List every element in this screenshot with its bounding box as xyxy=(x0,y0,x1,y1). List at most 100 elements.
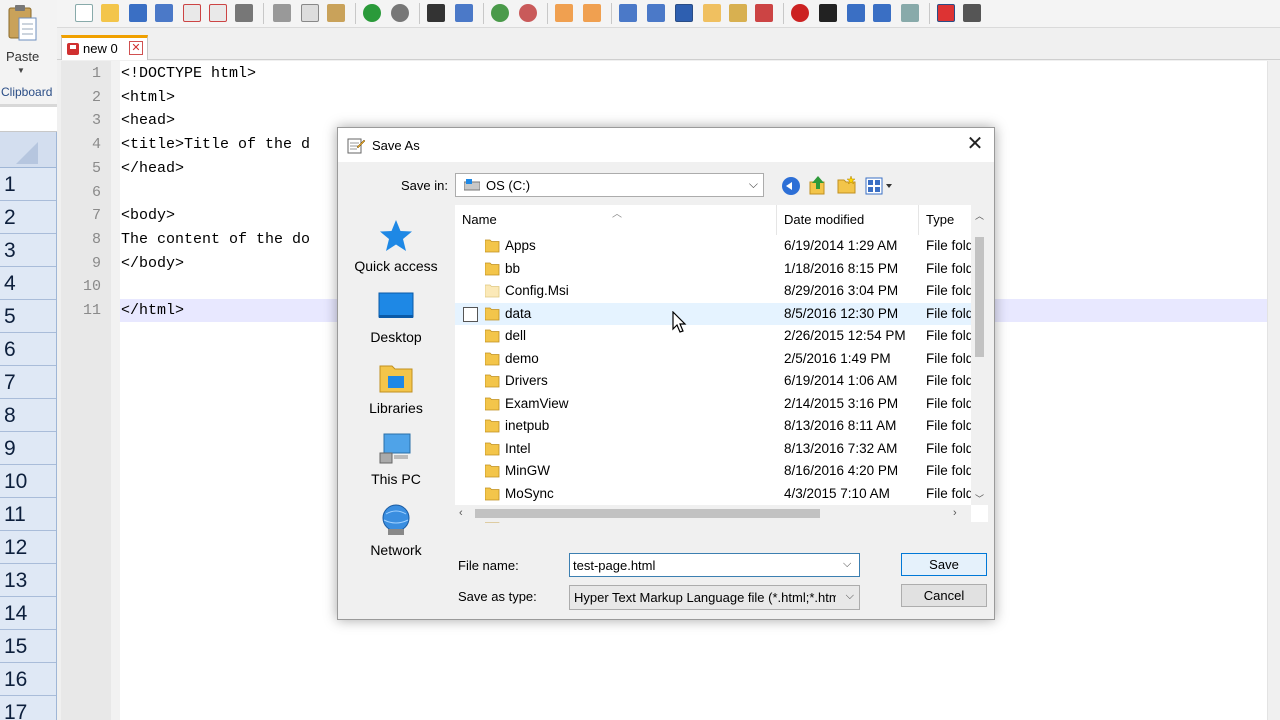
print-icon[interactable] xyxy=(235,4,253,22)
file-list[interactable]: ︿ Name Date modified Type Apps 6/19/2014 … xyxy=(455,205,988,523)
find-icon[interactable] xyxy=(427,4,445,22)
scroll-right-icon[interactable]: › xyxy=(953,507,957,519)
row-header[interactable]: 1 xyxy=(0,168,56,201)
row-checkbox[interactable] xyxy=(463,306,478,322)
cut-icon[interactable] xyxy=(273,4,291,22)
file-row[interactable]: MoSync 4/3/2015 7:10 AM File folder xyxy=(455,483,971,506)
play-macro-icon[interactable] xyxy=(847,4,865,22)
sync-horizontal-icon[interactable] xyxy=(583,4,601,22)
save-in-dropdown[interactable]: OS (C:) ⌵ xyxy=(455,173,764,197)
file-row[interactable]: data 8/5/2016 12:30 PM File folder xyxy=(455,302,971,325)
file-row[interactable]: Config.Msi 8/29/2016 3:04 PM File folder xyxy=(455,280,971,303)
back-icon[interactable] xyxy=(782,177,800,195)
scroll-left-icon[interactable]: ‹ xyxy=(459,507,463,519)
file-row[interactable]: inetpub 8/13/2016 8:11 AM File folder xyxy=(455,415,971,438)
name-box[interactable] xyxy=(0,107,57,132)
file-row[interactable]: MinGW 8/16/2016 4:20 PM File folder xyxy=(455,460,971,483)
file-row[interactable]: ExamView 2/14/2015 3:16 PM File folder xyxy=(455,393,971,416)
sync-vertical-icon[interactable] xyxy=(555,4,573,22)
select-all-corner[interactable] xyxy=(0,132,56,168)
file-row[interactable]: Apps 6/19/2014 1:29 AM File folder xyxy=(455,235,971,258)
stop-macro-icon[interactable] xyxy=(819,4,837,22)
close-file-icon[interactable] xyxy=(183,4,201,22)
code-line[interactable]: <head> xyxy=(121,109,175,132)
chevron-down-icon[interactable]: ⌵ xyxy=(846,590,854,603)
dialog-titlebar[interactable]: Save As ✕ xyxy=(338,128,994,162)
code-line[interactable]: </body> xyxy=(121,252,184,275)
zoom-in-icon[interactable] xyxy=(491,4,509,22)
spell-check-icon[interactable] xyxy=(937,4,955,22)
code-line[interactable]: <!DOCTYPE html> xyxy=(121,62,256,85)
show-all-chars-icon[interactable] xyxy=(647,4,665,22)
word-wrap-icon[interactable] xyxy=(619,4,637,22)
cancel-button[interactable]: Cancel xyxy=(901,584,987,607)
code-line[interactable]: <body> xyxy=(121,204,175,227)
editor-vertical-scrollbar[interactable] xyxy=(1267,61,1280,720)
view-menu-icon[interactable] xyxy=(865,177,895,195)
row-header[interactable]: 7 xyxy=(0,366,56,399)
place-quick-access[interactable]: Quick access xyxy=(350,218,442,284)
function-list-icon[interactable] xyxy=(755,4,773,22)
row-header[interactable]: 17 xyxy=(0,696,56,720)
file-row[interactable]: Drivers 6/19/2014 1:06 AM File folder xyxy=(455,370,971,393)
scroll-down-icon[interactable]: ﹀ xyxy=(975,492,984,505)
file-list-horizontal-scrollbar[interactable]: ‹ › xyxy=(455,505,971,522)
open-file-icon[interactable] xyxy=(101,4,119,22)
undo-icon[interactable] xyxy=(363,4,381,22)
row-header[interactable]: 2 xyxy=(0,201,56,234)
file-name-input[interactable] xyxy=(569,553,860,577)
save-macro-icon[interactable] xyxy=(901,4,919,22)
code-line[interactable]: The content of the do xyxy=(121,228,310,251)
user-language-icon[interactable] xyxy=(703,4,721,22)
row-header[interactable]: 14 xyxy=(0,597,56,630)
code-line[interactable]: </head> xyxy=(121,157,184,180)
file-list-vertical-scrollbar[interactable]: ︿ ﹀ xyxy=(971,205,988,505)
replace-icon[interactable] xyxy=(455,4,473,22)
row-header[interactable]: 13 xyxy=(0,564,56,597)
save-icon[interactable] xyxy=(129,4,147,22)
save-all-icon[interactable] xyxy=(155,4,173,22)
plugin-icon[interactable] xyxy=(963,4,981,22)
place-this-pc[interactable]: This PC xyxy=(350,431,442,497)
row-header[interactable]: 12 xyxy=(0,531,56,564)
doc-map-icon[interactable] xyxy=(729,4,747,22)
up-one-level-icon[interactable] xyxy=(809,175,827,195)
column-header-type[interactable]: Type xyxy=(926,205,954,235)
row-header[interactable]: 16 xyxy=(0,663,56,696)
close-all-icon[interactable] xyxy=(209,4,227,22)
row-header[interactable]: 4 xyxy=(0,267,56,300)
dialog-close-icon[interactable]: ✕ xyxy=(960,133,990,157)
scroll-up-icon[interactable]: ︿ xyxy=(975,209,984,222)
row-header[interactable]: 6 xyxy=(0,333,56,366)
zoom-out-icon[interactable] xyxy=(519,4,537,22)
paste-icon[interactable] xyxy=(7,4,37,44)
place-desktop[interactable]: Desktop xyxy=(350,289,442,355)
chevron-down-icon[interactable]: ⌵ xyxy=(843,558,851,571)
close-tab-icon[interactable]: ✕ xyxy=(129,41,143,55)
code-line[interactable]: <title>Title of the d xyxy=(121,133,310,156)
new-folder-icon[interactable] xyxy=(837,176,857,194)
run-macro-multiple-icon[interactable] xyxy=(873,4,891,22)
row-header[interactable]: 15 xyxy=(0,630,56,663)
file-row[interactable]: dell 2/26/2015 12:54 PM File folder xyxy=(455,325,971,348)
file-row[interactable]: demo 2/5/2016 1:49 PM File folder xyxy=(455,348,971,371)
record-macro-icon[interactable] xyxy=(791,4,809,22)
indent-guide-icon[interactable] xyxy=(675,4,693,22)
new-file-icon[interactable] xyxy=(75,4,93,22)
paste-button-label[interactable]: Paste xyxy=(6,49,39,64)
save-as-type-dropdown[interactable]: Hyper Text Markup Language file (*.html;… xyxy=(569,585,860,610)
chevron-down-icon[interactable]: ⌵ xyxy=(749,177,758,192)
redo-icon[interactable] xyxy=(391,4,409,22)
scroll-thumb[interactable] xyxy=(475,509,820,518)
column-header-name[interactable]: Name xyxy=(462,205,497,235)
row-header[interactable]: 10 xyxy=(0,465,56,498)
code-line[interactable]: <html> xyxy=(121,86,175,109)
file-row[interactable]: Intel 8/13/2016 7:32 AM File folder xyxy=(455,438,971,461)
file-row[interactable]: bb 1/18/2016 8:15 PM File folder xyxy=(455,258,971,281)
copy-icon[interactable] xyxy=(301,4,319,22)
paste-toolbar-icon[interactable] xyxy=(327,4,345,22)
column-header-date[interactable]: Date modified xyxy=(784,205,864,235)
tab-new-0[interactable]: new 0 ✕ xyxy=(61,35,148,60)
paste-dropdown-icon[interactable]: ▼ xyxy=(17,66,25,75)
row-header[interactable]: 5 xyxy=(0,300,56,333)
